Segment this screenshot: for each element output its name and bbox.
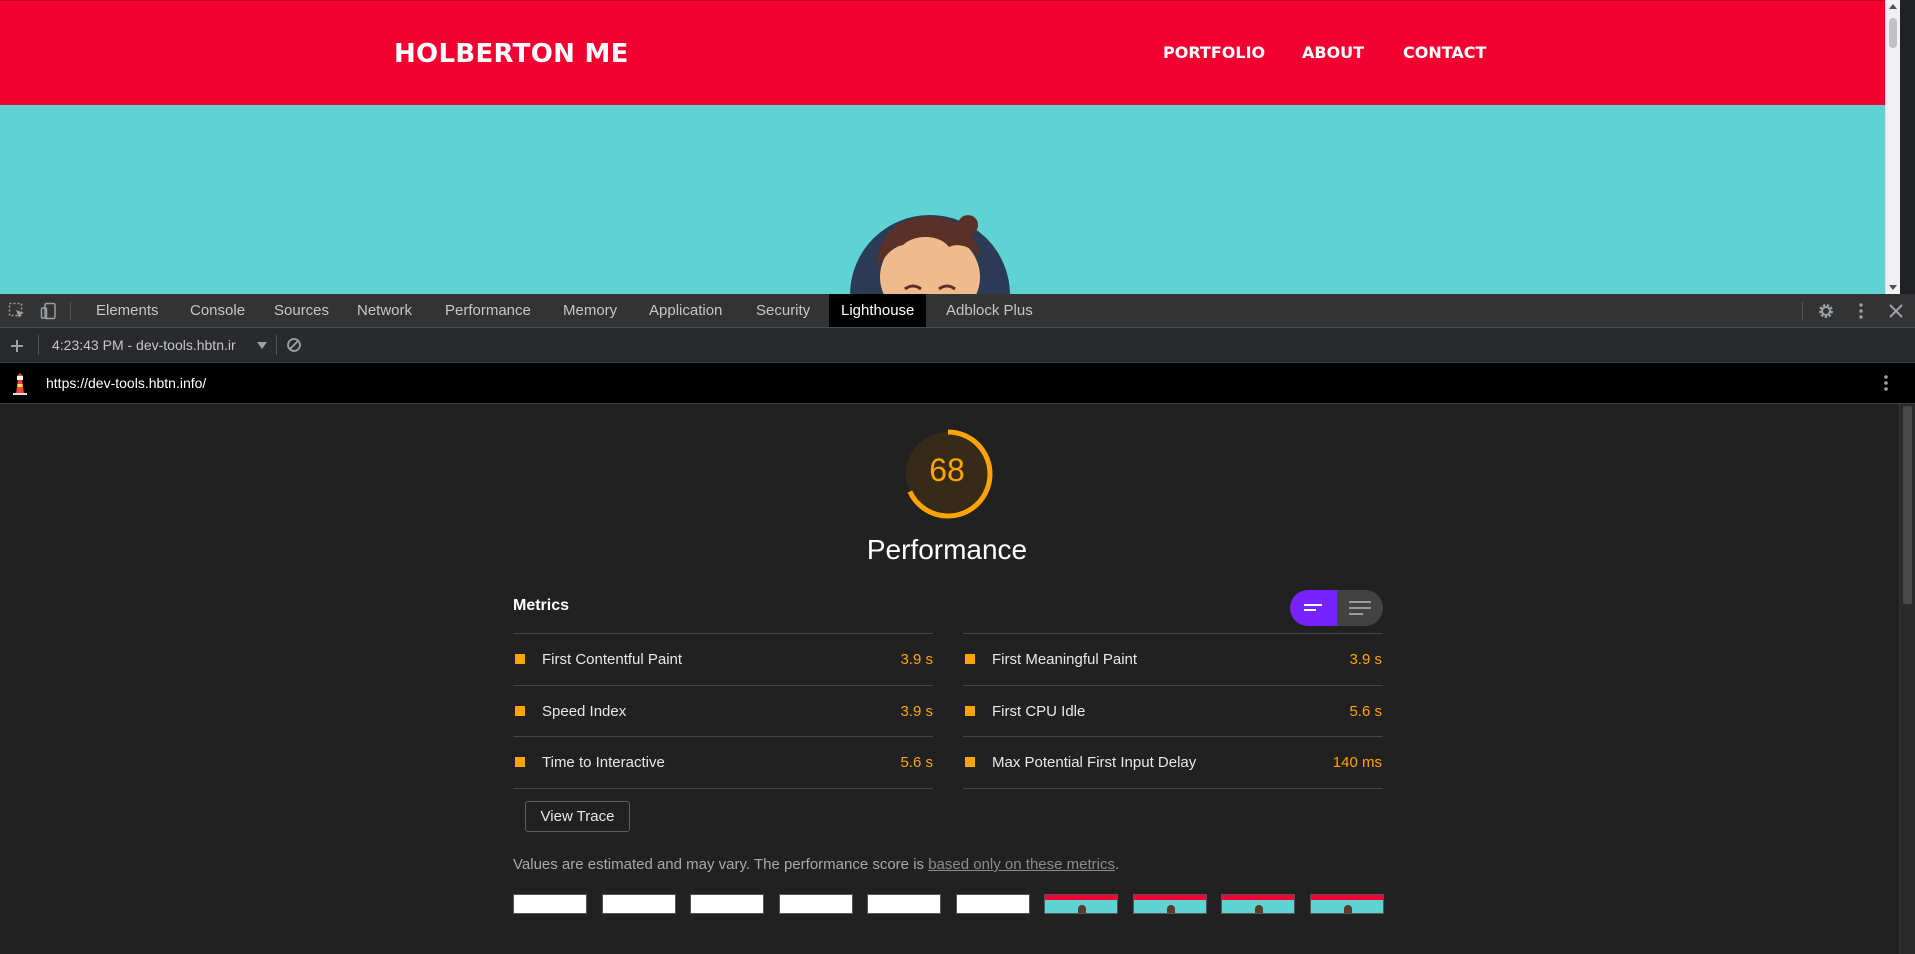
metric-divider — [513, 788, 933, 789]
view-trace-button[interactable]: View Trace — [525, 801, 630, 832]
filmstrip-frame — [778, 894, 853, 914]
metric-value: 5.6 s — [900, 754, 933, 771]
tab-console[interactable]: Console — [178, 294, 257, 327]
toolbar-divider — [70, 302, 71, 320]
tab-security[interactable]: Security — [744, 294, 822, 327]
filmstrip-frame — [955, 894, 1030, 914]
metrics-info-link[interactable]: based only on these metrics — [928, 856, 1115, 873]
plus-icon[interactable] — [9, 338, 25, 354]
tab-network[interactable]: Network — [345, 294, 424, 327]
nav-link-about[interactable]: ABOUT — [1302, 43, 1364, 62]
block-icon[interactable] — [286, 337, 302, 353]
site-header: HOLBERTON ME PORTFOLIO ABOUT CONTACT — [0, 0, 1900, 105]
metric-label: First CPU Idle — [992, 703, 1086, 720]
lighthouse-logo-icon — [13, 373, 27, 395]
site-logo[interactable]: HOLBERTON ME — [394, 39, 629, 69]
metric-value: 3.9 s — [1349, 651, 1382, 668]
page-scrollbar[interactable] — [1885, 0, 1900, 294]
lighthouse-report: 68 Performance Metrics First Contentful … — [0, 404, 1899, 954]
metric-value: 3.9 s — [900, 651, 933, 668]
metric-divider — [963, 633, 1383, 634]
average-score-icon — [965, 706, 975, 716]
metric-label: First Meaningful Paint — [992, 651, 1138, 668]
metric-value: 5.6 s — [1349, 703, 1382, 720]
gear-icon[interactable] — [1817, 302, 1835, 320]
toolbar-divider — [1802, 302, 1803, 320]
metric-label: First Contentful Paint — [542, 651, 683, 668]
metric-divider — [963, 736, 1383, 737]
kebab-menu-icon[interactable] — [1852, 302, 1870, 320]
page-viewport: HOLBERTON ME PORTFOLIO ABOUT CONTACT — [0, 0, 1900, 294]
tab-memory[interactable]: Memory — [551, 294, 629, 327]
filmstrip-frame — [1309, 894, 1384, 914]
expanded-list-icon — [1349, 601, 1371, 615]
tab-application[interactable]: Application — [637, 294, 734, 327]
average-score-icon — [515, 706, 525, 716]
filmstrip-frame — [1044, 894, 1118, 914]
filmstrip-frame — [867, 894, 941, 914]
toggle-expanded-view[interactable] — [1337, 590, 1383, 626]
kebab-menu-icon[interactable] — [1877, 374, 1895, 392]
estimate-note: Values are estimated and may vary. The p… — [513, 856, 1119, 873]
page-scrollbar-thumb[interactable] — [1889, 18, 1897, 48]
toolbar-divider — [38, 335, 39, 355]
metric-value: 140 ms — [1332, 754, 1382, 771]
report-scrollbar-thumb[interactable] — [1903, 406, 1912, 604]
metric-value: 3.9 s — [900, 703, 933, 720]
filmstrip-frame — [513, 894, 587, 914]
average-score-icon — [965, 654, 975, 664]
scroll-down-icon[interactable] — [1889, 285, 1897, 290]
avatar-illustration — [850, 215, 1010, 294]
filmstrip-frame — [1132, 894, 1207, 914]
metric-divider — [513, 633, 933, 634]
device-toolbar-icon[interactable] — [40, 302, 58, 320]
tab-sources[interactable]: Sources — [262, 294, 341, 327]
filmstrip-frame — [1221, 894, 1295, 914]
nav-link-portfolio[interactable]: PORTFOLIO — [1163, 43, 1265, 62]
metrics-view-toggle[interactable] — [1290, 590, 1383, 626]
tab-elements[interactable]: Elements — [84, 294, 171, 327]
note-suffix: . — [1114, 856, 1120, 873]
average-score-icon — [965, 757, 975, 767]
metrics-heading: Metrics — [513, 597, 570, 614]
metric-label: Speed Index — [542, 703, 627, 720]
score-value: 68 — [929, 452, 965, 488]
devtools-tabbar: Elements Console Sources Network Perform… — [0, 294, 1915, 328]
close-icon[interactable] — [1887, 302, 1905, 320]
average-score-icon — [515, 654, 525, 664]
lighthouse-toolbar: 4:23:43 PM - dev-tools.hbtn.ir — [0, 328, 1915, 363]
category-title: Performance — [866, 534, 1028, 565]
average-score-icon — [515, 757, 525, 767]
tab-performance[interactable]: Performance — [433, 294, 543, 327]
report-url-bar: https://dev-tools.hbtn.info/ — [0, 363, 1915, 404]
filmstrip-frame — [601, 894, 676, 914]
report-url[interactable]: https://dev-tools.hbtn.info/ — [46, 363, 206, 403]
nav-link-contact[interactable]: CONTACT — [1403, 43, 1486, 62]
tab-lighthouse[interactable]: Lighthouse — [829, 294, 927, 327]
inspect-element-icon[interactable] — [8, 302, 26, 320]
metric-label: Max Potential First Input Delay — [992, 754, 1197, 771]
metric-divider — [513, 685, 933, 686]
metric-label: Time to Interactive — [542, 754, 665, 771]
report-selector[interactable]: 4:23:43 PM - dev-tools.hbtn.ir — [52, 328, 252, 362]
note-text: Values are estimated and may vary. The p… — [513, 856, 929, 873]
metric-divider — [963, 685, 1383, 686]
toggle-compact-view[interactable] — [1290, 590, 1337, 626]
chevron-down-icon[interactable] — [257, 342, 267, 349]
report-scrollbar[interactable] — [1899, 404, 1915, 954]
metric-divider — [513, 736, 933, 737]
compact-list-icon — [1304, 604, 1322, 611]
toolbar-divider — [276, 335, 277, 355]
tab-adblock-plus[interactable]: Adblock Plus — [934, 294, 1045, 327]
metric-divider — [963, 788, 1383, 789]
scroll-up-icon[interactable] — [1889, 4, 1897, 9]
filmstrip-frame — [690, 894, 764, 914]
